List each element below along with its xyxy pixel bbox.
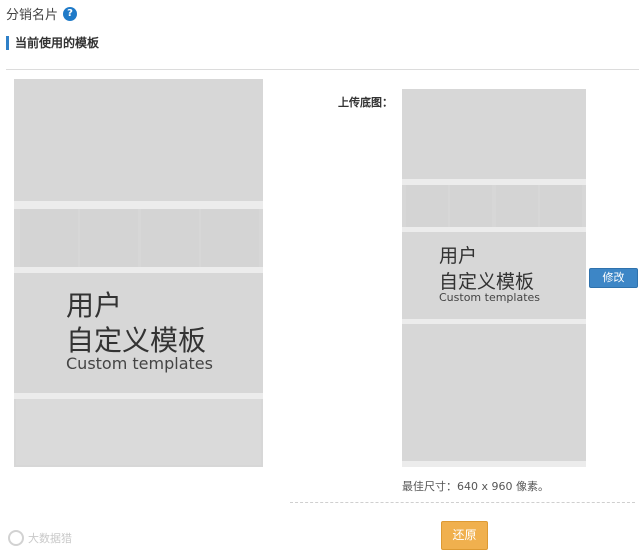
- preview-cell: [20, 209, 78, 267]
- modify-button[interactable]: 修改: [589, 268, 638, 288]
- page-title-text: 分销名片: [6, 8, 59, 23]
- preview-cell: [16, 399, 261, 465]
- upload-label: 上传底图：: [338, 96, 393, 109]
- preview-cell: [201, 209, 259, 267]
- preview-cell: [540, 185, 582, 227]
- restore-button[interactable]: 还原: [441, 521, 488, 550]
- template-text-user: 用户: [439, 245, 478, 267]
- upload-preview[interactable]: 用户 自定义模板 Custom templates: [402, 89, 586, 467]
- help-icon[interactable]: ?: [63, 6, 78, 21]
- preview-band: [14, 201, 263, 209]
- preview-cell: [496, 185, 538, 227]
- watermark-logo-icon: [8, 530, 24, 546]
- preview-band: [402, 319, 586, 324]
- watermark-text: 大数据猎: [28, 532, 72, 545]
- preview-band: [14, 267, 263, 273]
- template-text-custom: 自定义模板: [66, 324, 207, 357]
- page-title: 分销名片 ?: [6, 4, 78, 23]
- size-hint: 最佳尺寸：640 x 960 像素。: [402, 480, 549, 493]
- preview-cell: [450, 185, 492, 227]
- template-text-custom: 自定义模板: [439, 271, 535, 293]
- template-text-english: Custom templates: [66, 354, 213, 373]
- preview-cell: [141, 209, 199, 267]
- preview-cell: [406, 185, 448, 227]
- template-text-english: Custom templates: [439, 291, 541, 304]
- template-text-user: 用户: [66, 289, 123, 322]
- dashed-divider: [290, 502, 635, 503]
- watermark: 大数据猎: [8, 530, 72, 546]
- current-template-preview: 用户 自定义模板 Custom templates: [14, 79, 263, 467]
- preview-band: [402, 227, 586, 232]
- page-root: 分销名片 ? 当前使用的模板 用户 自定义模板 Custom templates…: [0, 0, 639, 552]
- preview-band: [402, 461, 586, 467]
- section-divider: [6, 69, 639, 70]
- section-title: 当前使用的模板: [6, 36, 99, 50]
- preview-cell: [80, 209, 138, 267]
